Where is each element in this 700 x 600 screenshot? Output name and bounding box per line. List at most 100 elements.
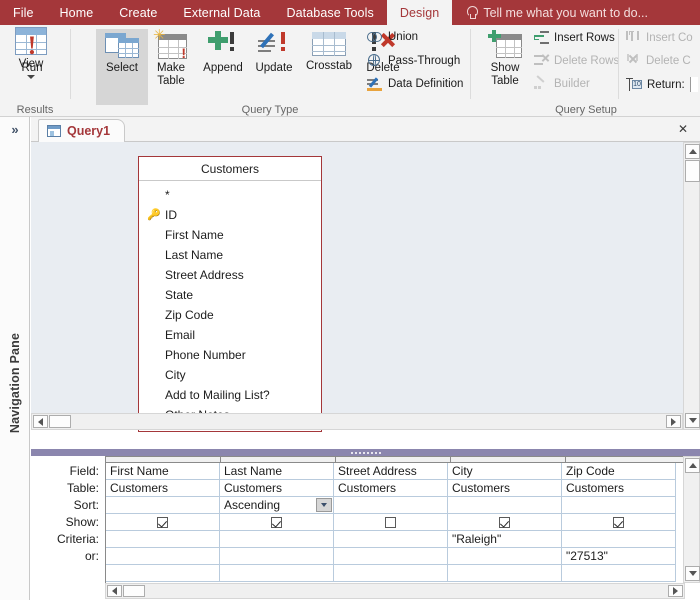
ribbon-tab-external-data[interactable]: External Data <box>170 0 273 25</box>
cell-table-0[interactable]: Customers <box>106 480 220 497</box>
show-checkbox[interactable] <box>613 516 624 528</box>
cell-field-1[interactable]: Last Name <box>220 463 334 480</box>
query-design-surface[interactable]: Customers * 🔑 ID First Name Last Name St… <box>31 142 700 432</box>
cell-field-2[interactable]: Street Address <box>334 463 448 480</box>
field-list-item[interactable]: Phone Number <box>139 345 321 365</box>
cell-or-2[interactable] <box>334 548 448 565</box>
scroll-up-button[interactable] <box>685 144 700 159</box>
query-grid-table: First Name Last Name Street Address City… <box>105 456 685 584</box>
chevron-down-icon[interactable] <box>27 75 35 79</box>
sort-dropdown-button[interactable] <box>316 498 332 512</box>
cell-table-3[interactable]: Customers <box>448 480 562 497</box>
cell-criteria-4[interactable] <box>562 531 676 548</box>
scroll-down-button[interactable] <box>685 413 700 428</box>
show-table-button[interactable]: Show Table <box>479 30 531 88</box>
grid-scroll-left-button[interactable] <box>107 585 122 597</box>
scroll-thumb-vertical[interactable] <box>685 160 700 182</box>
field-list-item[interactable]: City <box>139 365 321 385</box>
grid-scroll-right-button[interactable] <box>668 585 683 597</box>
field-list-item[interactable]: 🔑 ID <box>139 205 321 225</box>
append-button[interactable]: Append <box>197 31 249 75</box>
cell-show-4[interactable] <box>562 514 676 531</box>
crosstab-button[interactable]: Crosstab <box>300 31 358 73</box>
cell-or-3[interactable] <box>448 548 562 565</box>
cell-field-3[interactable]: City <box>448 463 562 480</box>
data-definition-button[interactable]: Data Definition <box>367 77 463 91</box>
show-checkbox[interactable] <box>499 516 510 528</box>
field-list-item[interactable]: First Name <box>139 225 321 245</box>
cell-criteria-0[interactable] <box>106 531 220 548</box>
scroll-left-button[interactable] <box>33 415 48 428</box>
field-list-customers[interactable]: Customers * 🔑 ID First Name Last Name St… <box>138 156 322 432</box>
grid-scroll-down-button[interactable] <box>685 566 700 581</box>
cell-table-2[interactable]: Customers <box>334 480 448 497</box>
cell-or-1[interactable] <box>220 548 334 565</box>
cell-criteria-1[interactable] <box>220 531 334 548</box>
cell-table-1[interactable]: Customers <box>220 480 334 497</box>
cell-empty-4[interactable] <box>562 565 676 582</box>
cell-empty-1[interactable] <box>220 565 334 582</box>
cell-field-4[interactable]: Zip Code <box>562 463 676 480</box>
cell-show-2[interactable] <box>334 514 448 531</box>
cell-field-0[interactable]: First Name <box>106 463 220 480</box>
field-list-item[interactable]: Last Name <box>139 245 321 265</box>
scroll-thumb-horizontal[interactable] <box>49 415 71 428</box>
field-list-item[interactable]: Email <box>139 325 321 345</box>
pane-splitter[interactable] <box>31 449 700 456</box>
cell-show-3[interactable] <box>448 514 562 531</box>
field-list-item[interactable]: Street Address <box>139 265 321 285</box>
tell-me-search[interactable]: Tell me what you want to do... <box>452 0 658 25</box>
close-icon[interactable]: ✕ <box>675 121 691 137</box>
cell-show-1[interactable] <box>220 514 334 531</box>
document-tab-query1[interactable]: Query1 <box>38 119 126 142</box>
grid-scroll-thumb-horizontal[interactable] <box>123 585 145 597</box>
navigation-pane-expand-button[interactable]: » <box>0 117 30 142</box>
cell-criteria-3[interactable]: "Raleigh" <box>448 531 562 548</box>
scroll-right-button[interactable] <box>666 415 681 428</box>
ribbon-tab-file[interactable]: File <box>0 0 47 25</box>
design-pane-vscrollbar[interactable] <box>683 142 700 430</box>
return-rows-control[interactable]: 10 Return: <box>626 77 698 92</box>
query-design-grid[interactable]: Field: Table: Sort: Show: Criteria: or: … <box>31 456 700 600</box>
show-checkbox[interactable] <box>157 516 168 528</box>
builder-button: Builder <box>534 75 590 90</box>
navigation-pane[interactable]: » Navigation Pane <box>0 117 30 600</box>
query-grid-vscrollbar[interactable] <box>683 456 700 583</box>
field-list-item[interactable]: Zip Code <box>139 305 321 325</box>
field-list-item[interactable]: State <box>139 285 321 305</box>
cell-sort-3[interactable] <box>448 497 562 514</box>
cell-sort-1[interactable]: Ascending <box>220 497 334 514</box>
show-checkbox[interactable] <box>385 516 396 528</box>
ribbon-tab-create[interactable]: Create <box>106 0 170 25</box>
pass-through-button[interactable]: Pass-Through <box>367 54 460 67</box>
cell-criteria-2[interactable] <box>334 531 448 548</box>
query-grid-hscrollbar[interactable] <box>105 583 685 599</box>
cell-sort-2[interactable] <box>334 497 448 514</box>
make-table-button[interactable]: ✳ ! Make Table <box>145 28 197 88</box>
cell-empty-2[interactable] <box>334 565 448 582</box>
select-query-button[interactable]: Select <box>96 29 148 105</box>
cell-empty-3[interactable] <box>448 565 562 582</box>
union-button[interactable]: Union <box>367 31 418 43</box>
insert-rows-button[interactable]: Insert Rows <box>534 31 615 44</box>
design-pane-hscrollbar[interactable] <box>31 413 683 430</box>
query-grid-row-table: Customers Customers Customers Customers … <box>106 480 685 497</box>
show-table-label: Show Table <box>490 62 520 87</box>
return-input[interactable] <box>689 77 698 92</box>
ribbon-tab-design[interactable]: Design <box>386 0 453 25</box>
cell-or-4[interactable]: "27513" <box>562 548 676 565</box>
cell-empty-0[interactable] <box>106 565 220 582</box>
cell-sort-0[interactable] <box>106 497 220 514</box>
field-list-item[interactable]: * <box>139 185 321 205</box>
cell-show-0[interactable] <box>106 514 220 531</box>
run-button[interactable]: ! Run <box>0 33 72 75</box>
cell-sort-4[interactable] <box>562 497 676 514</box>
cell-or-0[interactable] <box>106 548 220 565</box>
field-list-item[interactable]: Add to Mailing List? <box>139 385 321 405</box>
grid-scroll-up-button[interactable] <box>685 458 700 473</box>
update-button[interactable]: Update <box>248 31 300 75</box>
ribbon-tab-home[interactable]: Home <box>47 0 107 25</box>
show-checkbox[interactable] <box>271 516 282 528</box>
cell-table-4[interactable]: Customers <box>562 480 676 497</box>
ribbon-tab-database-tools[interactable]: Database Tools <box>273 0 386 25</box>
